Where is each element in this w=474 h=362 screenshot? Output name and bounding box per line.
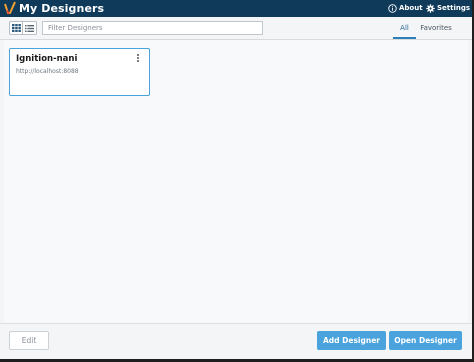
title-bar: My Designers About Settings xyxy=(0,0,472,17)
grid-view-icon xyxy=(11,24,21,32)
tab-all[interactable]: All xyxy=(393,21,416,39)
designer-url: http://localhost:8088 xyxy=(16,68,79,75)
about-label: About xyxy=(399,4,423,12)
edit-button[interactable]: Edit xyxy=(9,331,49,350)
grid-view-button[interactable] xyxy=(9,21,23,35)
gear-icon xyxy=(426,4,435,13)
tab-favorites[interactable]: Favorites xyxy=(418,21,454,39)
window-title: My Designers xyxy=(19,2,105,15)
toolbar: All Favorites xyxy=(0,17,472,40)
about-link[interactable]: About xyxy=(388,2,423,15)
settings-link[interactable]: Settings xyxy=(426,2,470,15)
view-toggle xyxy=(9,21,39,35)
designer-launcher-window: My Designers About Settings Filter Desig… xyxy=(0,0,472,359)
kebab-menu-icon[interactable] xyxy=(135,54,141,64)
open-designer-button[interactable]: Open Designer xyxy=(389,331,462,350)
list-view-button[interactable] xyxy=(23,21,37,35)
designer-card[interactable]: Ignition-nani http://localhost:8088 xyxy=(9,48,150,96)
info-icon xyxy=(388,4,397,13)
filter-designers-input[interactable] xyxy=(42,21,263,35)
list-view-icon xyxy=(25,24,34,32)
settings-label: Settings xyxy=(437,4,471,12)
app-logo-icon xyxy=(4,1,16,15)
designer-name: Ignition-nani xyxy=(16,54,78,64)
add-designer-button[interactable]: Add Designer xyxy=(317,331,386,350)
